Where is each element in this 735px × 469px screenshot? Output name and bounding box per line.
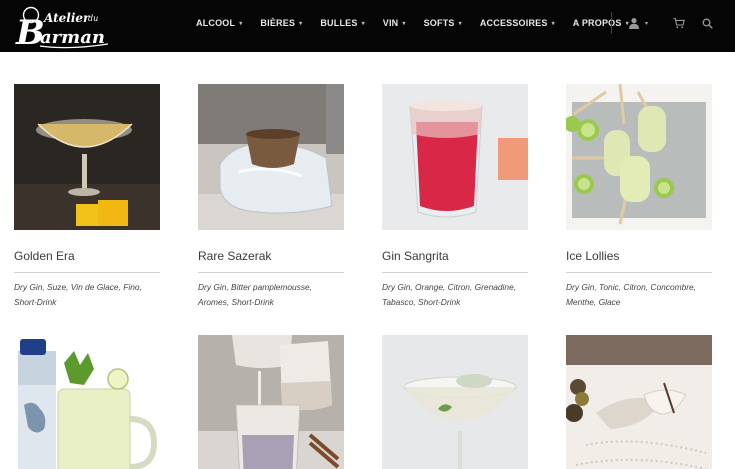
cart-button[interactable] [673,14,685,32]
ice-lollies-photo[interactable] [566,84,712,230]
nav-accessoires-label: ACCESSOIRES [479,18,548,28]
nav-alcool-label: ALCOOL [196,18,236,28]
rare-sazerak-photo[interactable] [198,84,344,230]
chevron-down-icon: ▾ [361,20,365,27]
title-divider [198,272,344,273]
chevron-down-icon: ▾ [239,20,243,27]
milk-tea-cocktail-photo[interactable] [198,335,344,469]
title-divider [382,272,528,273]
cocktail-title[interactable]: Gin Sangrita [382,249,449,263]
nav-bieres[interactable]: BIÈRES ▾ [260,18,302,28]
cocktail-card[interactable]: Gin Sangrita Dry Gin, Orange, Citron, Gr… [382,84,528,307]
coupe-cocktail-photo[interactable] [382,335,528,469]
chevron-down-icon: ▾ [299,20,303,27]
cocktail-title[interactable]: Ice Lollies [566,249,619,263]
cocktail-ingredients: Dry Gin, Tonic, Citron, Concombre, Menth… [566,282,697,307]
search-button[interactable] [702,14,713,32]
nav-bulles[interactable]: BULLES ▾ [320,18,364,28]
nav-vin[interactable]: VIN ▾ [383,18,406,28]
nav-accessoires[interactable]: ACCESSOIRES ▾ [480,18,555,28]
nav-softs-label: SOFTS [423,18,455,28]
nav-bieres-label: BIÈRES [260,18,296,28]
cocktail-card[interactable]: Golden Era Dry Gin, Suze, Vin de Glace, … [14,84,160,307]
gin-tonic-jar-photo[interactable] [14,335,160,469]
nav-bulles-label: BULLES [320,18,358,28]
festive-cocktail-photo[interactable] [566,335,712,469]
chevron-down-icon: ▾ [645,20,649,27]
golden-era-photo[interactable] [14,84,160,230]
svg-text:arman: arman [40,27,105,48]
cocktail-title[interactable]: Rare Sazerak [198,249,271,263]
chevron-down-icon: ▾ [458,20,462,27]
site-header: B Atelier du arman ALCOOL ▾ BIÈRES ▾ BULLE… [0,0,735,52]
gin-sangrita-photo[interactable] [382,84,528,230]
chevron-down-icon: ▾ [551,20,555,27]
cocktail-ingredients: Dry Gin, Orange, Citron, Grenadine, Taba… [382,282,517,307]
nav-divider [611,12,612,34]
svg-text:Atelier: Atelier [43,11,91,25]
cocktail-ingredients: Dry Gin, Suze, Vin de Glace, Fino, Short… [14,282,142,307]
nav-alcool[interactable]: ALCOOL ▾ [196,18,242,28]
svg-text:du: du [88,14,98,23]
main-nav: ALCOOL ▾ BIÈRES ▾ BULLES ▾ VIN ▾ SOFTS ▾ ACCE… [196,0,647,46]
cart-icon [673,17,685,29]
search-icon [702,18,713,29]
title-divider [14,272,160,273]
title-divider [566,272,712,273]
cocktail-card[interactable]: Ice Lollies Dry Gin, Tonic, Citron, Conc… [566,84,712,307]
cocktail-title[interactable]: Golden Era [14,249,75,263]
cocktail-card[interactable] [566,335,712,469]
nav-vin-label: VIN [382,18,399,28]
cocktail-ingredients: Dry Gin, Bitter pamplemousse, Aromes, Sh… [198,282,313,307]
nav-a-propos[interactable]: A PROPOS ▾ [573,18,629,28]
cocktail-card[interactable] [382,335,528,469]
cocktail-card[interactable] [198,335,344,469]
nav-softs[interactable]: SOFTS ▾ [424,18,462,28]
cocktail-card[interactable] [14,335,160,469]
cocktail-card[interactable]: Rare Sazerak Dry Gin, Bitter pamplemouss… [198,84,344,307]
chevron-down-icon: ▾ [402,20,406,27]
nav-a-propos-label: A PROPOS [572,18,622,28]
user-icon [629,18,639,29]
atelier-du-barman-logo[interactable]: B Atelier du arman [10,3,114,49]
user-menu[interactable]: ▾ [628,14,648,32]
